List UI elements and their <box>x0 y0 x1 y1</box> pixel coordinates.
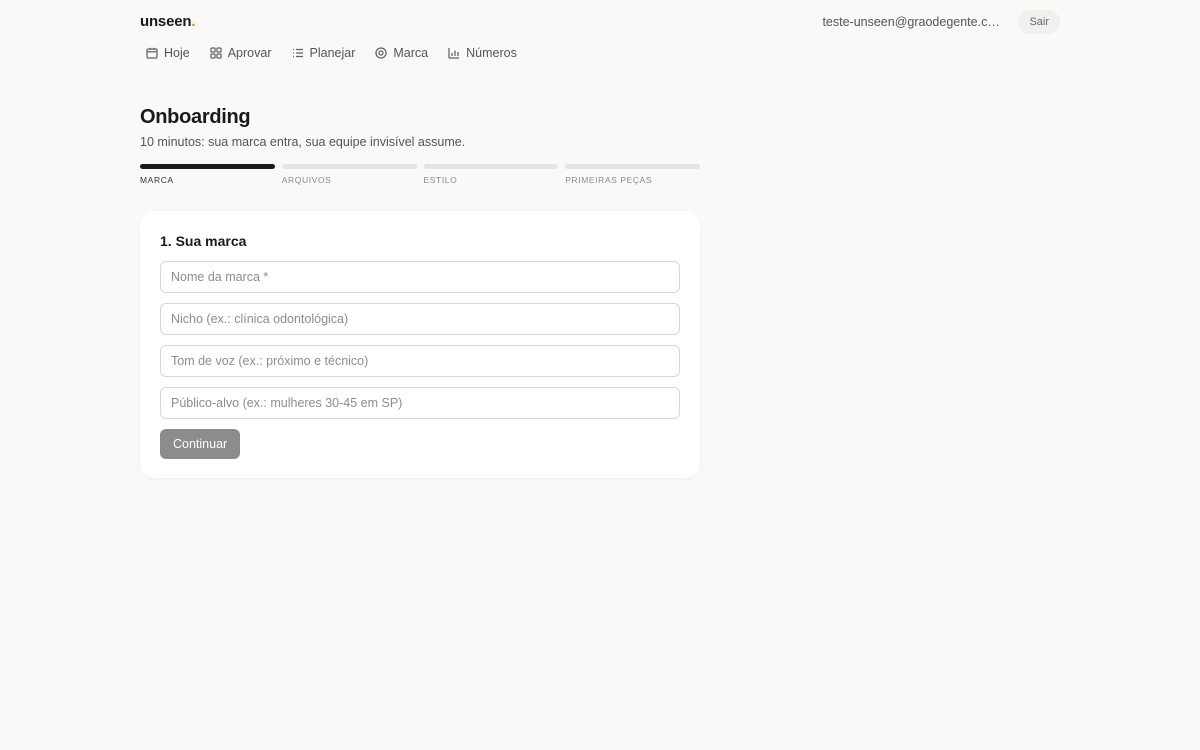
niche-input[interactable] <box>160 303 680 335</box>
target-audience-input[interactable] <box>160 387 680 419</box>
brand-name-input[interactable] <box>160 261 680 293</box>
step-progress-bar <box>565 164 700 169</box>
brand-form-card: 1. Sua marca Continuar <box>140 211 700 478</box>
onboarding-steps: Marca Arquivos Estilo Primeiras peças <box>140 164 700 185</box>
nav-item-planejar[interactable]: Planejar <box>286 42 364 64</box>
nav-item-label: Hoje <box>164 46 190 60</box>
target-icon <box>375 47 388 59</box>
nav-item-label: Números <box>466 46 517 60</box>
nav-item-label: Planejar <box>309 46 356 60</box>
nav-item-marca[interactable]: Marca <box>369 42 436 64</box>
main-nav: Hoje Aprovar Planejar Marca Números <box>140 42 527 64</box>
step-label: Primeiras peças <box>565 175 653 185</box>
step-arquivos: Arquivos <box>281 164 417 185</box>
step-primeiras-pecas: Primeiras peças <box>565 164 700 185</box>
nav-item-label: Marca <box>393 46 429 60</box>
step-label: Estilo <box>423 175 458 185</box>
step-progress-bar <box>140 164 275 169</box>
page-subtitle: 10 minutos: sua marca entra, sua equipe … <box>140 135 466 149</box>
logo-dot: . <box>191 13 196 30</box>
logo-text: unseen <box>140 13 192 30</box>
user-email: teste-unseen@graodegente.co... <box>822 15 1003 29</box>
list-icon <box>292 48 303 58</box>
form-title: 1. Sua marca <box>160 233 247 249</box>
bar-chart-icon <box>448 48 460 59</box>
logout-button[interactable]: Sair <box>1018 10 1060 34</box>
step-marca: Marca <box>140 164 275 185</box>
nav-item-numeros[interactable]: Números <box>442 42 525 64</box>
calendar-icon <box>146 47 158 59</box>
page-title: Onboarding <box>140 106 251 128</box>
nav-item-label: Aprovar <box>227 46 272 60</box>
onboarding-page: unseen. teste-unseen@graodegente.co... S… <box>0 0 1200 750</box>
step-estilo: Estilo <box>423 164 559 185</box>
step-label: Marca <box>140 175 174 185</box>
step-progress-bar <box>423 164 559 169</box>
tone-of-voice-input[interactable] <box>160 345 680 377</box>
nav-item-aprovar[interactable]: Aprovar <box>204 42 280 64</box>
logo[interactable]: unseen. <box>140 13 195 30</box>
account-area: teste-unseen@graodegente.co... Sair <box>822 10 1060 34</box>
grid-icon <box>210 47 222 59</box>
step-progress-bar <box>281 164 417 169</box>
step-label: Arquivos <box>281 175 332 185</box>
continue-button[interactable]: Continuar <box>160 429 241 459</box>
nav-item-hoje[interactable]: Hoje <box>140 42 198 64</box>
